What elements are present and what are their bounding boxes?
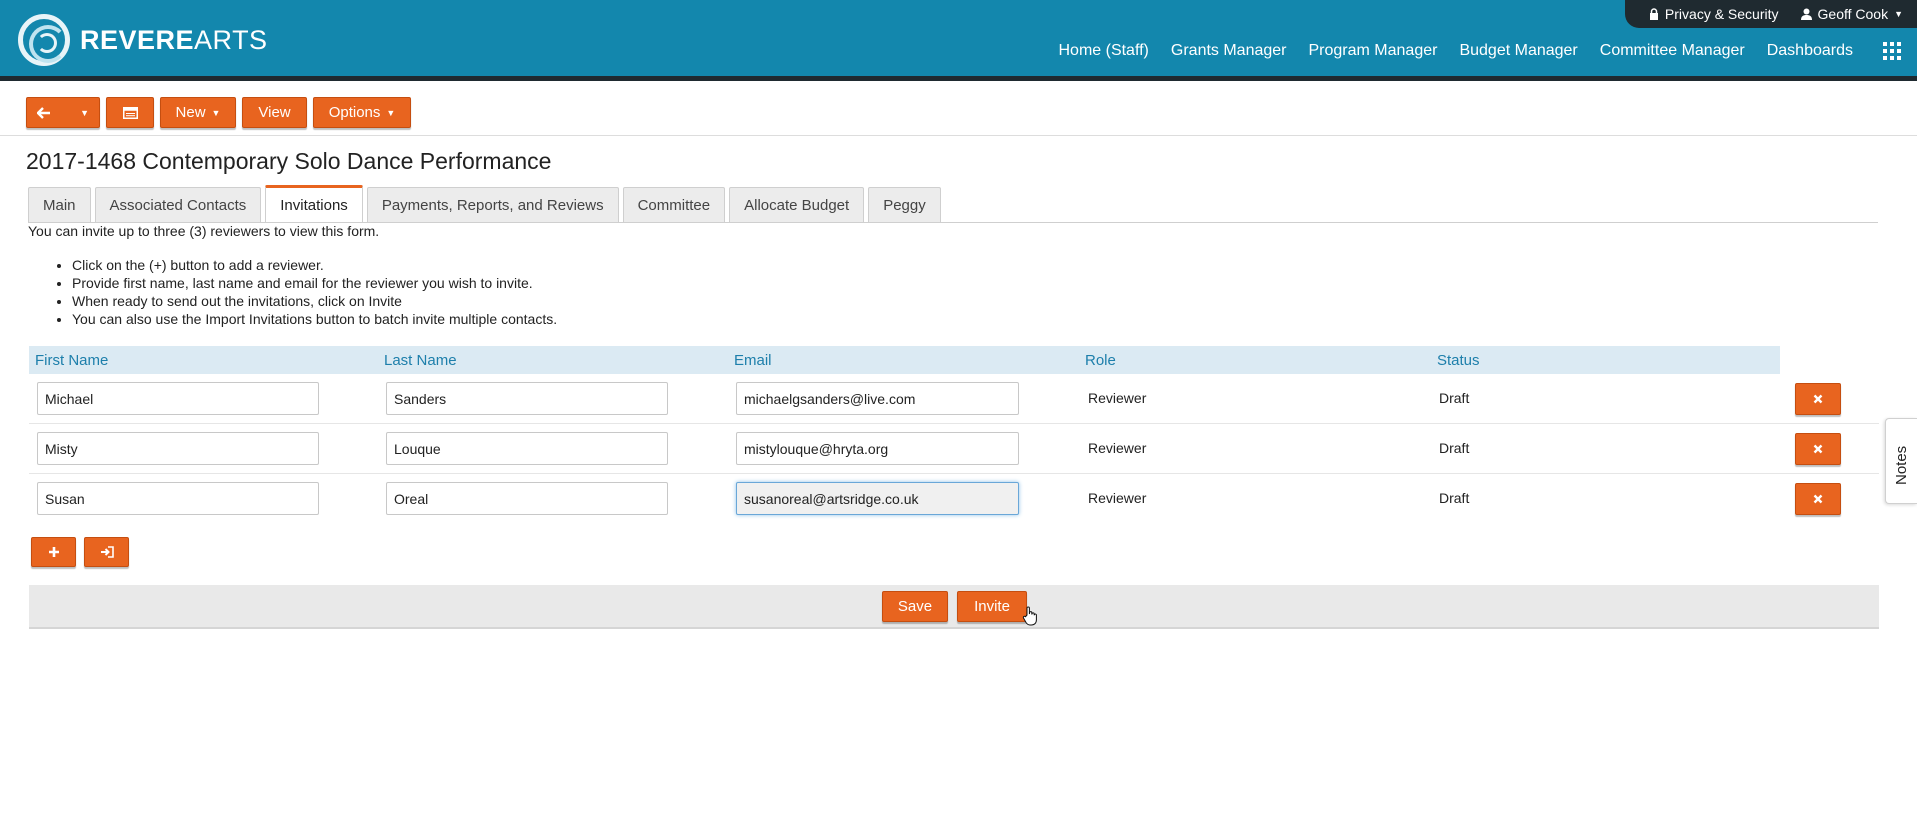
instruction-item: You can also use the Import Invitations … [72,310,557,328]
form-actions-bar: Save Invite [29,585,1879,629]
nav-program-manager[interactable]: Program Manager [1309,42,1438,60]
nav-budget-manager[interactable]: Budget Manager [1459,42,1577,60]
invitation-intro: You can invite up to three (3) reviewers… [28,223,380,239]
calendar-button[interactable] [106,97,154,128]
record-toolbar: ▼ New ▼ View Options ▼ [26,97,411,128]
add-reviewer-button[interactable] [31,537,76,567]
first-name-input[interactable]: Michael [37,382,319,415]
status-value: Draft [1439,390,1470,406]
main-nav: Home (Staff) Grants Manager Program Mana… [1058,42,1917,60]
logo-mark-icon [18,14,70,66]
new-button-label: New [175,104,206,121]
instruction-list: Click on the (+) button to add a reviewe… [72,256,557,328]
tab-payments-reports-reviews[interactable]: Payments, Reports, and Reviews [366,187,619,222]
email-input[interactable]: michaelgsanders@live.com [736,382,1019,415]
view-button-label: View [258,104,291,121]
table-row: Misty Louque mistylouque@hryta.org Revie… [29,424,1879,474]
first-name-input[interactable]: Misty [37,432,319,465]
nav-dashboards[interactable]: Dashboards [1767,42,1853,60]
privacy-security-label: Privacy & Security [1664,6,1779,22]
hand-cursor-icon [1022,606,1037,626]
plus-icon [48,547,59,557]
view-button[interactable]: View [242,97,307,128]
row-actions [31,537,129,567]
invite-button-label: Invite [974,598,1010,615]
tab-main[interactable]: Main [28,187,91,222]
user-icon [1800,8,1812,20]
import-icon [100,546,114,558]
instruction-item: Provide first name, last name and email … [72,274,557,292]
role-value: Reviewer [1088,440,1147,456]
tab-peggy[interactable]: Peggy [868,187,941,222]
chevron-down-icon: ▼ [211,107,221,118]
email-input[interactable]: mistylouque@hryta.org [736,432,1019,465]
chevron-down-icon: ▼ [1894,9,1903,19]
toolbar-divider [0,135,1917,136]
chevron-down-icon: ▼ [386,107,396,118]
delete-row-button[interactable] [1795,483,1841,515]
column-last-name: Last Name [384,352,457,369]
import-invitations-button[interactable] [84,537,129,567]
user-bar: Privacy & Security Geoff Cook ▼ [1625,0,1917,28]
close-icon [1813,444,1823,454]
nav-committee-manager[interactable]: Committee Manager [1600,42,1745,60]
tab-associated-contacts[interactable]: Associated Contacts [94,187,262,222]
top-header: REVEREARTS Privacy & Security Geoff Cook… [0,0,1917,81]
page-title: 2017-1468 Contemporary Solo Dance Perfor… [26,148,552,174]
calendar-icon [122,106,138,119]
column-email: Email [734,352,772,369]
notes-side-tab[interactable]: Notes [1885,418,1917,504]
close-icon [1813,494,1823,504]
tab-committee[interactable]: Committee [622,187,726,222]
invite-button[interactable]: Invite [957,591,1027,622]
tab-invitations[interactable]: Invitations [265,185,363,222]
invitations-table-header: First Name Last Name Email Role Status [29,346,1780,374]
status-value: Draft [1439,440,1470,456]
options-button[interactable]: Options ▼ [313,97,411,128]
apps-grid-icon[interactable] [1883,42,1901,60]
new-button[interactable]: New ▼ [160,97,236,128]
chevron-down-icon: ▼ [80,107,89,118]
column-status: Status [1437,352,1480,369]
back-button[interactable]: ▼ [26,97,100,128]
lock-icon [1649,8,1658,20]
table-row: Susan Oreal susanoreal@artsridge.co.uk R… [29,474,1879,524]
delete-row-button[interactable] [1795,433,1841,465]
privacy-security-link[interactable]: Privacy & Security [1649,6,1779,22]
close-icon [1813,394,1823,404]
status-value: Draft [1439,490,1470,506]
delete-row-button[interactable] [1795,383,1841,415]
instruction-item: When ready to send out the invitations, … [72,292,557,310]
options-button-label: Options [328,104,381,121]
revere-arts-logo[interactable]: REVEREARTS [18,14,268,66]
first-name-input[interactable]: Susan [37,482,319,515]
save-button-label: Save [897,598,933,615]
column-first-name: First Name [35,352,109,369]
table-row: Michael Sanders michaelgsanders@live.com… [29,374,1879,424]
tab-allocate-budget[interactable]: Allocate Budget [729,187,865,222]
last-name-input[interactable]: Oreal [386,482,668,515]
user-name: Geoff Cook [1817,6,1889,22]
arrow-left-icon [37,106,50,119]
last-name-input[interactable]: Louque [386,432,668,465]
save-button[interactable]: Save [882,591,948,622]
instruction-item: Click on the (+) button to add a reviewe… [72,256,557,274]
notes-label: Notes [1893,445,1910,485]
role-value: Reviewer [1088,490,1147,506]
last-name-input[interactable]: Sanders [386,382,668,415]
column-role: Role [1085,352,1116,369]
logo-text: REVEREARTS [80,24,268,55]
role-value: Reviewer [1088,390,1147,406]
nav-grants-manager[interactable]: Grants Manager [1171,42,1287,60]
nav-home-staff[interactable]: Home (Staff) [1058,42,1148,60]
record-tabs: Main Associated Contacts Invitations Pay… [28,185,941,222]
email-input[interactable]: susanoreal@artsridge.co.uk [736,482,1019,515]
user-menu[interactable]: Geoff Cook ▼ [1800,6,1903,22]
